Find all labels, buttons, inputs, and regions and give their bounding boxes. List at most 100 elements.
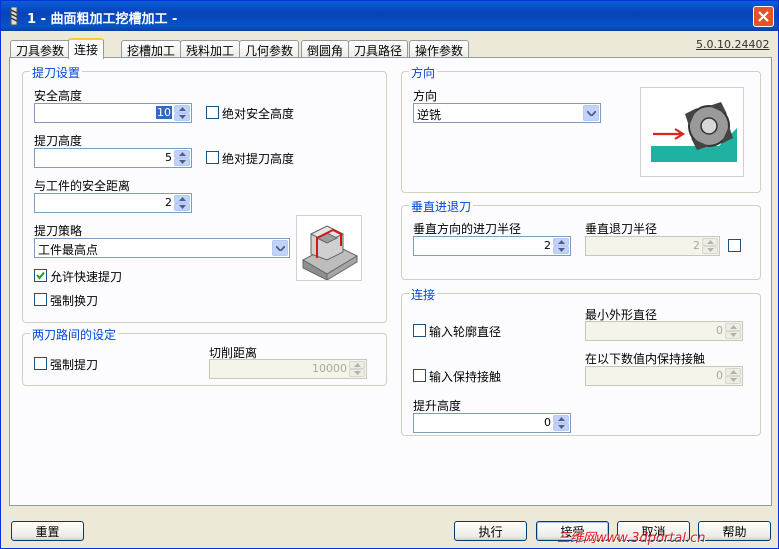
force-retract-label: 强制提刀 [50,358,99,372]
connect-legend: 连接 [409,286,438,303]
allow-rapid-retract-checkbox[interactable] [34,269,47,282]
retract-strategy-image [296,215,362,281]
part-safe-distance-label: 与工件的安全距离 [34,179,131,193]
direction-legend: 方向 [409,64,438,81]
close-button[interactable] [753,6,774,27]
direction-group: 方向 方向 逆铣 [401,64,761,193]
title-bar[interactable]: 1 - 曲面粗加工挖槽加工 - [1,1,778,31]
retract-strategy-label: 提刀策略 [34,224,83,238]
keep-within-value: 0 [716,369,723,382]
entry-radius-label: 垂直方向的进刀半径 [413,222,522,236]
allow-rapid-retract-label: 允许快速提刀 [50,270,123,284]
tab-rest[interactable]: 残料加工 [180,40,241,58]
direction-value: 逆铣 [417,108,442,122]
abs-safe-height-label: 绝对安全高度 [222,107,295,121]
force-toolchange-checkbox[interactable] [34,293,47,306]
spin-down-icon[interactable] [725,331,741,339]
retract-group: 提刀设置 安全高度 10 绝对安全高度 提刀高度 5 绝对提刀高度 与工件的安全… [22,64,387,323]
min-diameter-value: 0 [716,324,723,337]
safe-height-stepper[interactable]: 10 [34,103,192,123]
drill-icon [10,7,18,25]
watermark-text: 三维网www.3dportal.cn [557,531,706,546]
dialog-body: 刀具参数 连接 挖槽加工 残料加工 几何参数 倒圆角 刀具路径 操作参数 5.0… [4,32,775,547]
tab-panel: 提刀设置 安全高度 10 绝对安全高度 提刀高度 5 绝对提刀高度 与工件的安全… [9,57,772,506]
spin-down-icon[interactable] [174,158,190,166]
retract-strategy-select[interactable]: 工件最高点 [34,238,290,258]
keep-contact-checkbox[interactable] [413,369,426,382]
part-top-icon [301,225,359,281]
spin-up-icon[interactable] [553,415,569,423]
force-retract-checkbox[interactable] [34,357,47,370]
lift-height-label: 提升高度 [413,399,462,413]
close-icon [758,11,769,22]
direction-label: 方向 [413,89,438,103]
keep-within-label: 在以下数值内保持接触 [585,352,706,366]
spin-down-icon[interactable] [174,113,190,121]
spin-up-icon[interactable] [174,105,190,113]
spin-up-icon[interactable] [174,195,190,203]
dropdown-arrow-icon[interactable] [272,240,288,256]
spin-down-icon[interactable] [702,246,718,254]
spin-up-icon[interactable] [702,238,718,246]
spin-down-icon[interactable] [174,203,190,211]
lift-height-stepper[interactable]: 0 [413,413,571,433]
window-title: 1 - 曲面粗加工挖槽加工 - [27,12,178,27]
spin-up-icon[interactable] [349,361,365,369]
spin-up-icon[interactable] [553,238,569,246]
entry-radius-stepper[interactable]: 2 [413,236,571,256]
abs-retract-height-label: 绝对提刀高度 [222,152,295,166]
contour-diameter-label: 输入轮廓直径 [429,325,502,339]
keep-within-stepper[interactable]: 0 [585,366,743,386]
spin-down-icon[interactable] [349,369,365,377]
tab-op-params[interactable]: 操作参数 [409,40,470,58]
checkmark-icon [36,271,45,280]
spin-down-icon[interactable] [725,376,741,384]
connect-group: 连接 输入轮廓直径 最小外形直径 0 输入保持接触 在以下数值内保持接触 0 提… [401,286,761,436]
lift-height-value: 0 [544,416,551,429]
cut-distance-stepper[interactable]: 10000 [209,359,367,379]
retract-strategy-value: 工件最高点 [38,243,99,257]
safe-height-label: 安全高度 [34,89,83,103]
exit-radius-label: 垂直退刀半径 [585,222,658,236]
tab-tool-params[interactable]: 刀具参数 [10,40,71,58]
tab-toolpath[interactable]: 刀具路径 [348,40,409,58]
abs-safe-height-checkbox[interactable] [206,106,219,119]
spin-up-icon[interactable] [725,368,741,376]
min-diameter-stepper[interactable]: 0 [585,321,743,341]
part-safe-distance-stepper[interactable]: 2 [34,193,192,213]
milling-cutter-icon [651,102,737,162]
dialog-window: 1 - 曲面粗加工挖槽加工 - 刀具参数 连接 挖槽加工 残料加工 几何参数 倒… [0,0,779,549]
entry-radius-value: 2 [544,239,551,252]
tab-fillet[interactable]: 倒圆角 [301,40,350,58]
keep-contact-label: 输入保持接触 [429,370,502,384]
part-safe-distance-value: 2 [165,196,172,209]
spin-down-icon[interactable] [553,423,569,431]
direction-select[interactable]: 逆铣 [413,103,601,123]
tab-pocket[interactable]: 挖槽加工 [121,40,182,58]
spin-down-icon[interactable] [553,246,569,254]
dropdown-arrow-icon[interactable] [583,105,599,121]
spin-up-icon[interactable] [174,150,190,158]
tab-geometry[interactable]: 几何参数 [239,40,300,58]
between-paths-group: 两刀路间的设定 强制提刀 切削距离 10000 [22,326,387,386]
help-button[interactable]: 帮助 [698,521,771,541]
exit-radius-checkbox[interactable] [728,239,741,252]
retract-legend: 提刀设置 [30,64,83,81]
between-paths-legend: 两刀路间的设定 [30,326,119,343]
tab-link[interactable]: 连接 [68,38,105,59]
execute-button[interactable]: 执行 [454,521,527,541]
safe-height-value: 10 [156,106,172,119]
abs-retract-height-checkbox[interactable] [206,151,219,164]
version-link[interactable]: 5.0.10.24402 [696,38,769,51]
cut-distance-value: 10000 [312,362,347,375]
retract-height-value: 5 [165,151,172,164]
retract-height-stepper[interactable]: 5 [34,148,192,168]
retract-height-label: 提刀高度 [34,134,83,148]
contour-diameter-checkbox[interactable] [413,324,426,337]
reset-button[interactable]: 重置 [11,521,84,541]
vertical-lead-group: 垂直进退刀 垂直方向的进刀半径 2 垂直退刀半径 2 [401,198,761,280]
spin-up-icon[interactable] [725,323,741,331]
exit-radius-stepper[interactable]: 2 [585,236,720,256]
vertical-lead-legend: 垂直进退刀 [409,198,474,215]
direction-image [640,87,744,177]
